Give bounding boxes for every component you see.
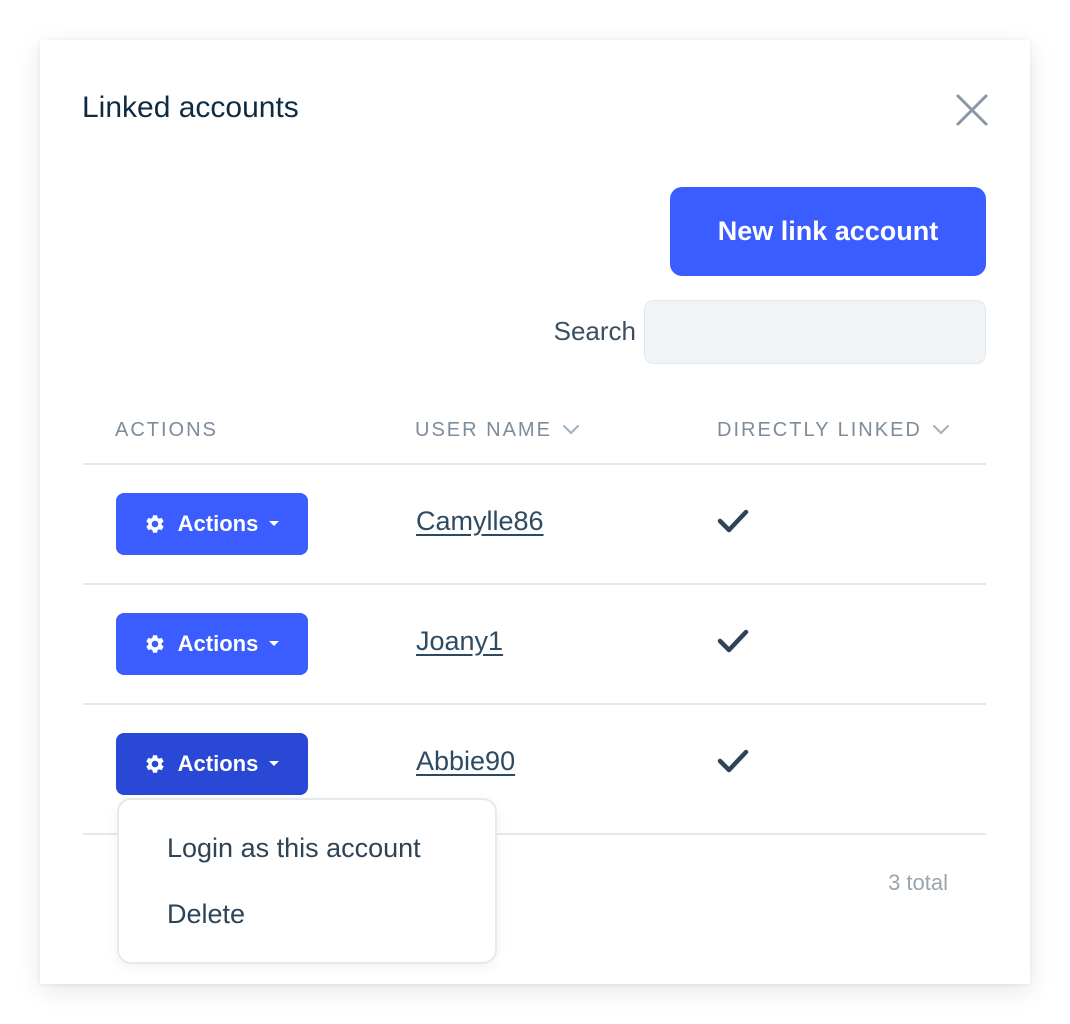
user-name-link[interactable]: Camylle86: [416, 504, 544, 538]
row-divider: [83, 583, 986, 585]
menu-item-delete[interactable]: Delete: [167, 897, 245, 931]
check-icon: [717, 509, 749, 533]
row-divider: [83, 703, 986, 705]
column-header-user-name[interactable]: USER NAME: [415, 416, 580, 444]
search-label: Search: [553, 316, 636, 346]
gear-icon: [144, 513, 166, 535]
actions-button-label: Actions: [177, 511, 259, 536]
caret-down-icon: [268, 520, 280, 528]
actions-button[interactable]: Actions: [116, 493, 308, 555]
header-divider: [83, 463, 986, 465]
search-input[interactable]: [644, 300, 986, 364]
user-name-link[interactable]: Abbie90: [416, 744, 515, 778]
gear-icon: [144, 633, 166, 655]
menu-item-login-as-account[interactable]: Login as this account: [167, 831, 421, 865]
modal-title: Linked accounts: [82, 91, 299, 124]
chevron-down-icon[interactable]: [932, 416, 950, 444]
actions-button[interactable]: Actions: [116, 613, 308, 675]
chevron-down-icon[interactable]: [562, 416, 580, 444]
caret-down-icon: [268, 760, 280, 768]
actions-dropdown-menu: Login as this account Delete: [117, 798, 497, 964]
close-icon: [956, 94, 988, 126]
close-button[interactable]: [955, 93, 989, 127]
actions-button[interactable]: Actions: [116, 733, 308, 795]
column-header-directly-linked[interactable]: DIRECTLY LINKED: [717, 416, 950, 444]
actions-button-label: Actions: [177, 751, 259, 776]
column-header-directly-linked-label: DIRECTLY LINKED: [717, 419, 922, 441]
linked-accounts-modal: Linked accounts New link account Search …: [40, 40, 1030, 984]
new-link-account-button[interactable]: New link account: [670, 187, 986, 276]
gear-icon: [144, 753, 166, 775]
column-header-user-name-label: USER NAME: [415, 419, 552, 441]
caret-down-icon: [268, 640, 280, 648]
column-header-actions-label: ACTIONS: [115, 419, 218, 441]
column-header-actions: ACTIONS: [115, 416, 218, 444]
check-icon: [717, 629, 749, 653]
actions-button-label: Actions: [177, 631, 259, 656]
user-name-link[interactable]: Joany1: [416, 624, 503, 658]
check-icon: [717, 749, 749, 773]
total-count: 3 total: [888, 870, 948, 895]
